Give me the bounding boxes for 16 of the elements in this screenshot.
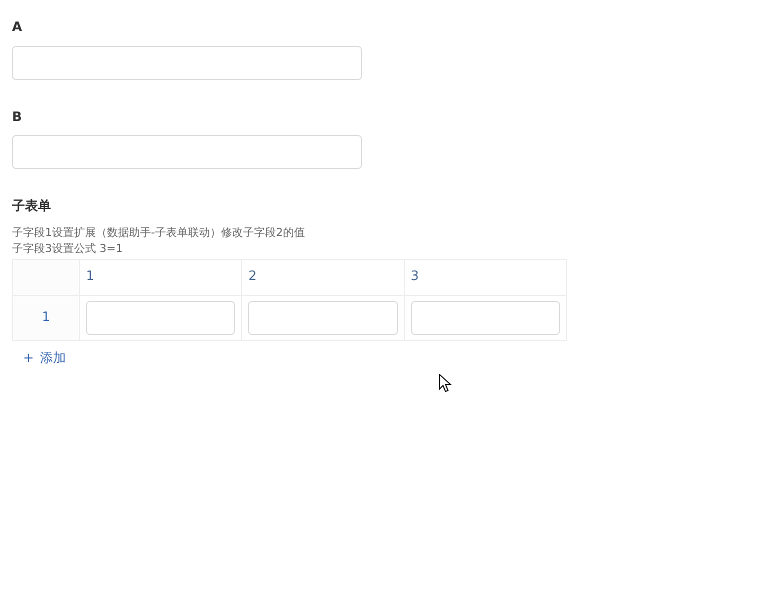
description-text: 子字段3设置公式 3=1 <box>12 240 124 256</box>
cursor-icon <box>439 374 452 394</box>
column-header: 1 <box>80 259 242 295</box>
row-number: 1 <box>12 295 80 340</box>
field-label: A <box>12 19 22 37</box>
input-field[interactable] <box>410 300 560 334</box>
column-header: 3 <box>404 259 566 295</box>
description-text: 子字段1设置扩展（数据助手-子表单联动）修改子字段2的值 <box>12 224 306 240</box>
section-title: 子表单 <box>12 198 51 216</box>
add-button[interactable]: + 添加 <box>23 348 66 368</box>
input-field[interactable] <box>12 135 362 169</box>
input-field[interactable] <box>86 300 236 334</box>
input-field[interactable] <box>248 300 398 334</box>
input-field[interactable] <box>12 46 362 80</box>
column-header: 2 <box>242 259 404 295</box>
field-label: B <box>12 108 22 126</box>
